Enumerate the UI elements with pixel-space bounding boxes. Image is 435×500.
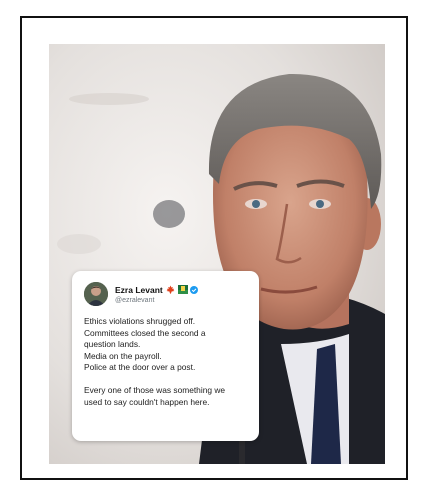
tweet-line: Media on the payroll. [84, 350, 162, 361]
post-frame: Ezra Levant @ezralevant Ethics violation… [20, 16, 408, 480]
tweet-line: question lands. [84, 339, 141, 349]
tweet-line: Ethics violations shrugged off. [84, 316, 196, 326]
tweet-line: Every one of those was something we [84, 385, 226, 395]
tweet-card: Ezra Levant @ezralevant Ethics violation… [72, 271, 259, 441]
display-name[interactable]: Ezra Levant [115, 285, 163, 295]
tweet-line: Police at the door over a post. [84, 362, 196, 372]
user-handle[interactable]: @ezralevant [115, 297, 198, 304]
avatar[interactable] [84, 282, 108, 306]
tweet-header: Ezra Levant @ezralevant [84, 282, 247, 306]
tweet-line: Committees closed the second a [84, 327, 206, 338]
tweet-line: used to say couldn't happen here. [84, 396, 210, 407]
tweet-paragraph-gap [84, 374, 247, 386]
tweet-text: Ethics violations shrugged off. Committe… [84, 316, 247, 408]
